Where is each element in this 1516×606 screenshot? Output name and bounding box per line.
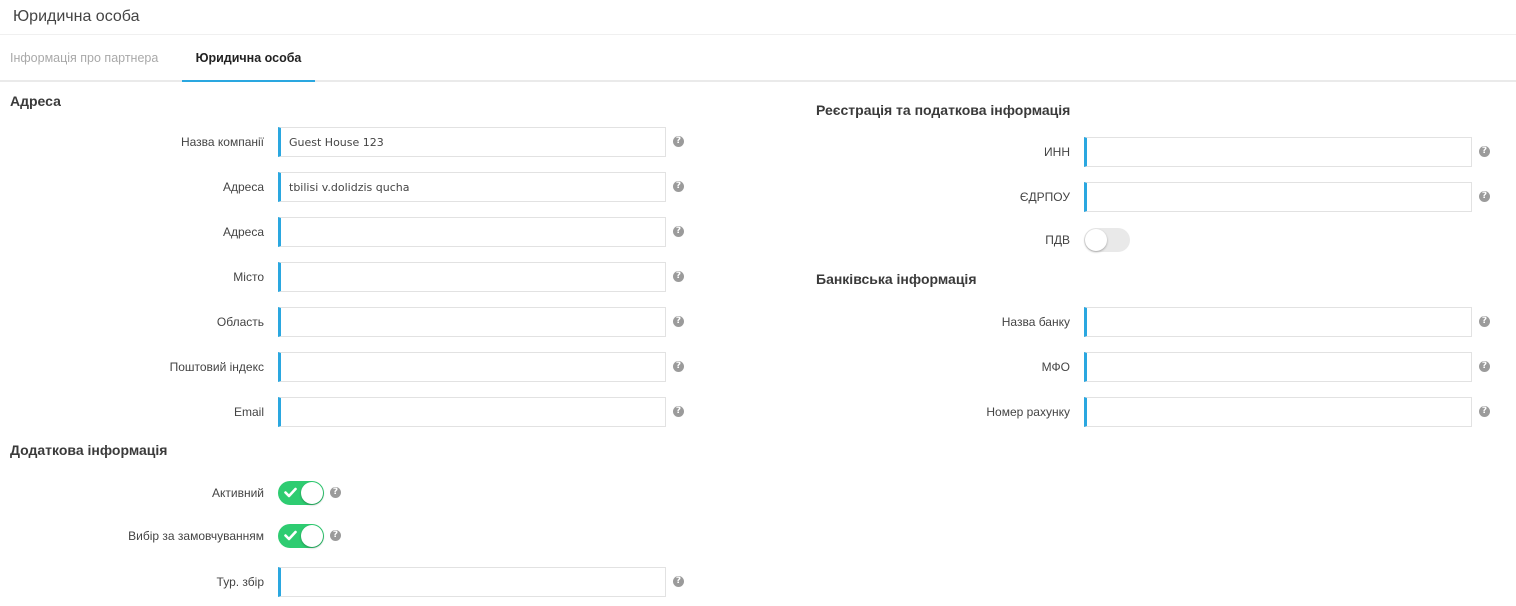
- email-input[interactable]: [278, 397, 666, 427]
- active-toggle[interactable]: [278, 481, 324, 505]
- help-icon[interactable]: ?: [673, 136, 684, 147]
- inn-label: ИНН: [1044, 145, 1070, 159]
- section-title-bank: Банківська інформація: [816, 271, 977, 287]
- field-row-company-name: Назва компанії ?: [0, 127, 700, 157]
- field-row-address-2: Адреса ?: [0, 217, 700, 247]
- check-icon: [284, 530, 297, 541]
- help-icon[interactable]: ?: [1479, 406, 1490, 417]
- tab-partner-info[interactable]: Інформація про партнера: [10, 36, 158, 82]
- tab-bar: Інформація про партнера Юридична особа: [0, 36, 1516, 82]
- company-name-input[interactable]: [278, 127, 666, 157]
- field-row-mfo: МФО ?: [800, 352, 1500, 382]
- toggle-knob: [1085, 229, 1107, 251]
- vat-label: ПДВ: [1045, 233, 1070, 247]
- postal-code-label: Поштовий індекс: [169, 360, 264, 374]
- field-row-city: Місто ?: [0, 262, 700, 292]
- edrpou-input[interactable]: [1084, 182, 1472, 212]
- field-row-address-1: Адреса ?: [0, 172, 700, 202]
- help-icon[interactable]: ?: [330, 530, 341, 541]
- bank-name-input[interactable]: [1084, 307, 1472, 337]
- page-header: Юридична особа: [0, 0, 1516, 35]
- tab-legal-entity[interactable]: Юридична особа: [182, 36, 315, 82]
- field-row-region: Область ?: [0, 307, 700, 337]
- address-2-input[interactable]: [278, 217, 666, 247]
- city-label: Місто: [233, 270, 264, 284]
- account-number-label: Номер рахунку: [986, 405, 1070, 419]
- section-title-additional: Додаткова інформація: [10, 442, 168, 458]
- inn-input[interactable]: [1084, 137, 1472, 167]
- help-icon[interactable]: ?: [673, 576, 684, 587]
- region-label: Область: [216, 315, 264, 329]
- help-icon[interactable]: ?: [673, 361, 684, 372]
- tourist-tax-label: Тур. збір: [216, 575, 264, 589]
- bank-name-label: Назва банку: [1001, 315, 1070, 329]
- company-name-label: Назва компанії: [180, 135, 264, 149]
- field-row-bank-name: Назва банку ?: [800, 307, 1500, 337]
- help-icon[interactable]: ?: [1479, 146, 1490, 157]
- account-number-input[interactable]: [1084, 397, 1472, 427]
- address-1-input[interactable]: [278, 172, 666, 202]
- postal-code-input[interactable]: [278, 352, 666, 382]
- address-1-label: Адреса: [222, 180, 264, 194]
- address-2-label: Адреса: [222, 225, 264, 239]
- field-row-edrpou: ЄДРПОУ ?: [800, 182, 1500, 212]
- help-icon[interactable]: ?: [673, 181, 684, 192]
- field-row-active: Активний ?: [0, 478, 700, 508]
- help-icon[interactable]: ?: [673, 226, 684, 237]
- toggle-knob: [301, 482, 323, 504]
- help-icon[interactable]: ?: [673, 316, 684, 327]
- help-icon[interactable]: ?: [673, 271, 684, 282]
- region-input[interactable]: [278, 307, 666, 337]
- help-icon[interactable]: ?: [1479, 191, 1490, 202]
- edrpou-label: ЄДРПОУ: [1019, 190, 1070, 204]
- section-title-registration: Реєстрація та податкова інформація: [816, 102, 1071, 118]
- active-label: Активний: [212, 486, 264, 500]
- help-icon[interactable]: ?: [1479, 361, 1490, 372]
- check-icon: [284, 487, 297, 498]
- help-icon[interactable]: ?: [673, 406, 684, 417]
- toggle-knob: [301, 525, 323, 547]
- help-icon[interactable]: ?: [1479, 316, 1490, 327]
- field-row-postal-code: Поштовий індекс ?: [0, 352, 700, 382]
- email-label: Email: [233, 405, 264, 419]
- vat-toggle[interactable]: [1084, 228, 1130, 252]
- mfo-input[interactable]: [1084, 352, 1472, 382]
- field-row-tourist-tax: Тур. збір ?: [0, 567, 700, 597]
- field-row-default-choice: Вибір за замовчуванням ?: [0, 521, 700, 551]
- field-row-vat: ПДВ: [800, 225, 1500, 255]
- tourist-tax-input[interactable]: [278, 567, 666, 597]
- field-row-inn: ИНН ?: [800, 137, 1500, 167]
- help-icon[interactable]: ?: [330, 487, 341, 498]
- city-input[interactable]: [278, 262, 666, 292]
- mfo-label: МФО: [1041, 360, 1070, 374]
- field-row-email: Email ?: [0, 397, 700, 427]
- default-choice-toggle[interactable]: [278, 524, 324, 548]
- default-choice-label: Вибір за замовчуванням: [128, 529, 264, 543]
- section-title-address: Адреса: [10, 93, 61, 109]
- field-row-account-number: Номер рахунку ?: [800, 397, 1500, 427]
- page-title: Юридична особа: [13, 8, 140, 25]
